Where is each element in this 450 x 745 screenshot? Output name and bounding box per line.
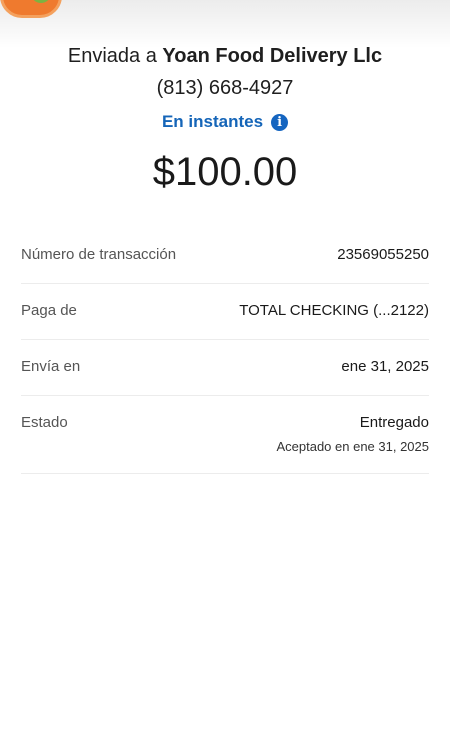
detail-row-transaction-number: Número de transacción 23569055250 bbox=[21, 228, 429, 284]
recipient-phone: (813) 668-4927 bbox=[156, 77, 294, 99]
detail-label: Paga de bbox=[21, 302, 77, 319]
transaction-details: Número de transacción 23569055250 Paga d… bbox=[21, 228, 429, 474]
detail-label: Estado bbox=[21, 414, 68, 431]
status-block: Entregado Aceptado en ene 31, 2025 bbox=[276, 414, 429, 454]
payment-header: Enviada a Yoan Food Delivery Llc (813) 6… bbox=[0, 42, 450, 132]
logo-leaf-icon bbox=[31, 0, 51, 3]
payment-amount: $100.00 bbox=[152, 150, 298, 194]
detail-label: Número de transacción bbox=[21, 246, 177, 263]
detail-row-send-date: Envía en ene 31, 2025 bbox=[21, 340, 429, 396]
status-accepted-date: Aceptado en ene 31, 2025 bbox=[276, 439, 429, 454]
detail-value: 23569055250 bbox=[337, 246, 429, 263]
detail-row-paid-from: Paga de TOTAL CHECKING (...2122) bbox=[21, 284, 429, 340]
sent-to-line: Enviada a Yoan Food Delivery Llc bbox=[0, 42, 450, 70]
top-bar bbox=[0, 0, 450, 48]
detail-value: ene 31, 2025 bbox=[341, 358, 429, 375]
status-value: Entregado bbox=[359, 414, 429, 431]
detail-value: TOTAL CHECKING (...2122) bbox=[239, 302, 429, 319]
delivery-speed-label: En instantes bbox=[161, 112, 264, 131]
delivery-speed-link[interactable]: En instantes i bbox=[161, 112, 289, 132]
sent-prefix: Enviada a bbox=[67, 45, 157, 67]
recipient-name: Yoan Food Delivery Llc bbox=[162, 45, 383, 67]
detail-label: Envía en bbox=[21, 358, 81, 375]
detail-row-status: Estado Entregado Aceptado en ene 31, 202… bbox=[21, 396, 429, 474]
info-icon[interactable]: i bbox=[271, 113, 289, 131]
